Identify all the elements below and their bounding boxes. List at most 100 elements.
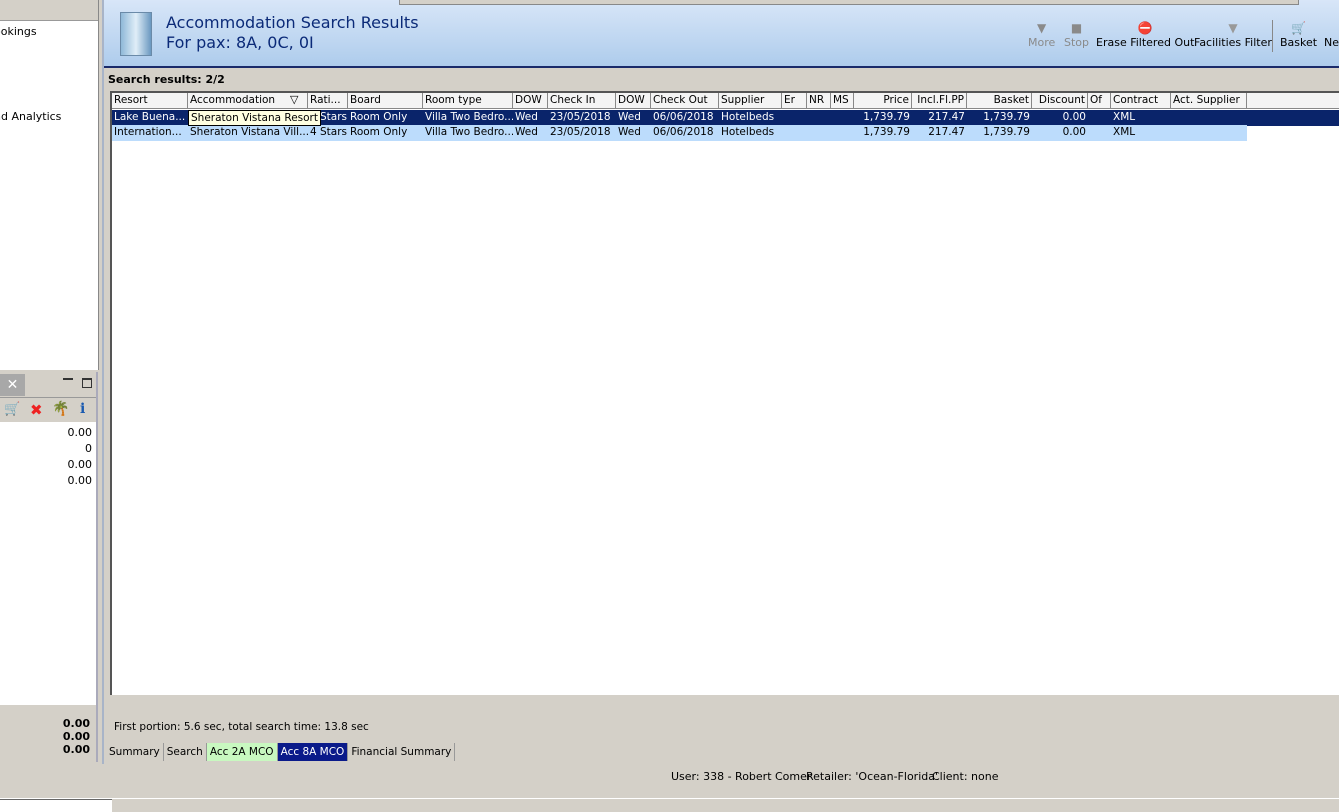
column-header[interactable]: Contract	[1111, 93, 1171, 109]
table-cell: 06/06/2018	[653, 126, 714, 138]
column-header[interactable]: Board	[348, 93, 423, 109]
column-header[interactable]: DOW	[513, 93, 548, 109]
status-retailer: Retailer: 'Ocean-Florida'	[806, 770, 938, 783]
stop-button[interactable]: ■ Stop	[1064, 20, 1089, 49]
nav-item[interactable]	[0, 91, 98, 108]
basket-panel: ✕ 🛒 ✖ 🌴 i 0.00 0 0.00 0.00 0.00 0.00 0.0…	[0, 372, 98, 762]
filter-icon[interactable]: ▽	[290, 93, 298, 106]
table-cell	[831, 110, 854, 126]
table-cell: 23/05/2018	[550, 126, 611, 138]
column-header[interactable]: Check Out	[651, 93, 719, 109]
table-cell: 1,739.79	[983, 126, 1030, 138]
table-cell	[831, 125, 854, 141]
nav-item[interactable]: s	[0, 40, 98, 57]
filter-icon: ▼	[1228, 21, 1238, 35]
column-header[interactable]: Incl.Fl.PP	[912, 93, 967, 109]
total: 0.00	[62, 743, 90, 756]
table-cell	[1171, 110, 1247, 126]
nav-item[interactable]: s	[0, 74, 98, 91]
table-cell	[807, 110, 831, 126]
table-row[interactable]: Internation... Sheraton Vistana Vill... 4 …	[112, 125, 1247, 141]
table-cell: Hotelbeds	[721, 126, 775, 138]
table-cell: XML	[1113, 126, 1136, 138]
column-header[interactable]: NR	[807, 93, 831, 109]
table-cell	[1171, 125, 1247, 141]
table-cell	[1088, 125, 1111, 141]
table-cell: 217.47	[928, 111, 965, 123]
close-icon[interactable]: ✕	[0, 374, 25, 396]
basket-button[interactable]: 🛒 Basket	[1280, 20, 1317, 49]
net-button[interactable]: Net	[1324, 20, 1339, 49]
table-cell: Room Only	[350, 111, 408, 123]
column-header[interactable]: Rati...	[308, 93, 348, 109]
column-header[interactable]: Room type	[423, 93, 513, 109]
column-header[interactable]: Supplier	[719, 93, 782, 109]
status-client: Client: none	[932, 770, 999, 783]
results-header: Accommodation Search Results For pax: 8A…	[104, 0, 1339, 68]
nav-item[interactable]: r	[0, 57, 98, 74]
palm-tree-icon[interactable]: 🌴	[52, 401, 69, 417]
table-cell: Sheraton Vistana Vill...	[190, 126, 308, 138]
taskbar	[0, 798, 1339, 812]
table-cell: 1,739.79	[863, 111, 910, 123]
bottom-tabs: Summary Search Acc 2A MCO Acc 8A MCO Fin…	[106, 743, 456, 761]
column-header[interactable]: Act. Supplier	[1171, 93, 1247, 109]
tab-acc-2a-mco[interactable]: Acc 2A MCO	[206, 743, 278, 761]
results-table: Resort Accommodation Rati... Board Room type…	[110, 91, 1339, 695]
table-cell: 0.00	[1062, 111, 1086, 123]
table-cell: 1,739.79	[983, 111, 1030, 123]
page-title: Accommodation Search Results	[166, 13, 419, 32]
table-cell: Villa Two Bedro...	[425, 126, 513, 138]
table-cell	[782, 110, 807, 126]
more-button[interactable]: ▼ More	[1028, 20, 1055, 49]
results-count: Search results: 2/2	[108, 73, 225, 86]
column-header[interactable]: Basket	[967, 93, 1032, 109]
pax-subtitle: For pax: 8A, 0C, 0I	[166, 33, 314, 52]
column-header[interactable]: Of	[1088, 93, 1111, 109]
minimize-icon[interactable]	[63, 378, 73, 380]
nav-item[interactable]: ookings	[0, 23, 98, 40]
tab-search[interactable]: Search	[164, 743, 207, 761]
table-cell	[807, 125, 831, 141]
total: 0.00	[62, 730, 90, 743]
erase-icon: ⛔	[1137, 21, 1153, 35]
column-header[interactable]: MS	[831, 93, 854, 109]
table-cell: Wed	[515, 126, 538, 138]
status-user: User: 338 - Robert Comer	[671, 770, 812, 783]
stop-icon: ■	[1070, 21, 1083, 35]
delete-icon[interactable]: ✖	[30, 401, 43, 419]
top-tab[interactable]	[399, 0, 1299, 5]
table-cell: 23/05/2018	[550, 111, 611, 123]
search-time: First portion: 5.6 sec, total search tim…	[114, 721, 369, 733]
basket-add-icon[interactable]: 🛒	[4, 402, 20, 417]
value: 0.00	[67, 458, 93, 471]
total: 0.00	[62, 717, 90, 730]
column-header[interactable]: Check In	[548, 93, 616, 109]
value: 0.00	[67, 426, 93, 439]
info-icon[interactable]: i	[80, 401, 85, 417]
table-cell: Villa Two Bedro...	[425, 111, 513, 123]
tooltip: Sheraton Vistana Resort	[188, 110, 321, 126]
table-cell: 4 Stars	[310, 126, 348, 138]
basket-icon: 🛒	[1291, 21, 1307, 35]
facilities-filter-button[interactable]: ▼ Facilities Filter	[1194, 20, 1272, 49]
table-cell: Lake Buena...	[114, 111, 186, 123]
erase-filtered-out-button[interactable]: ⛔ Erase Filtered Out	[1096, 20, 1194, 49]
column-header[interactable]: DOW	[616, 93, 651, 109]
main-panel: Accommodation Search Results For pax: 8A…	[102, 0, 1339, 764]
column-header[interactable]: Price	[854, 93, 912, 109]
maximize-icon[interactable]	[82, 378, 92, 388]
column-header[interactable]: Er	[782, 93, 807, 109]
table-cell: 06/06/2018	[653, 111, 714, 123]
table-header: Resort Accommodation Rati... Board Room type…	[112, 93, 1339, 109]
column-header[interactable]: Resort	[112, 93, 188, 109]
tab-summary[interactable]: Summary	[106, 743, 164, 761]
table-cell: Internation...	[114, 126, 182, 138]
tab-financial-summary[interactable]: Financial Summary	[348, 743, 456, 761]
value: 0	[85, 442, 92, 455]
column-header[interactable]: Discount	[1032, 93, 1088, 109]
nav-item[interactable]: nd Analytics	[0, 108, 98, 125]
table-cell: Wed	[618, 111, 641, 123]
table-cell: XML	[1113, 111, 1136, 123]
tab-acc-8a-mco[interactable]: Acc 8A MCO	[277, 743, 349, 761]
